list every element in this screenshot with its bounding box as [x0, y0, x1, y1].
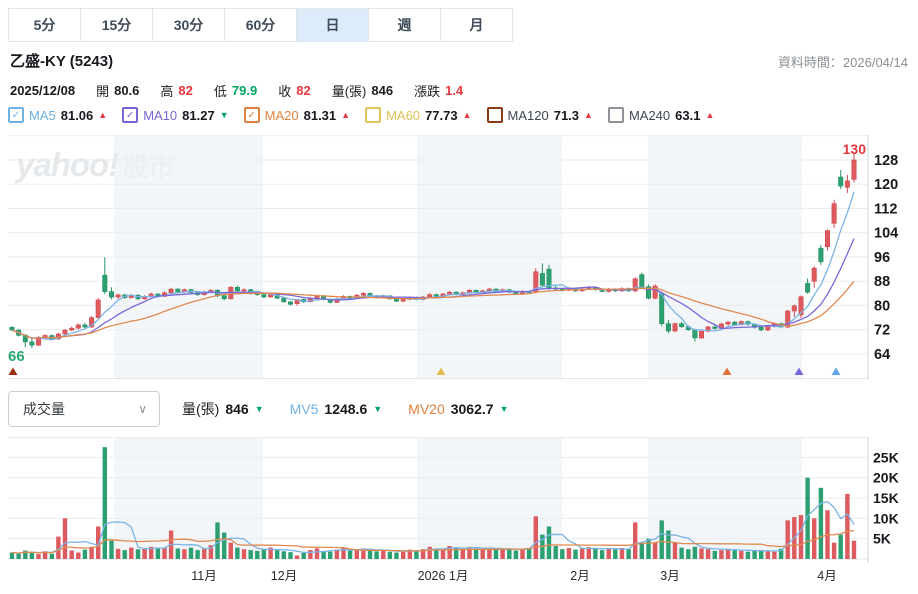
tab-60分[interactable]: 60分 — [225, 9, 297, 41]
indicator-dropdown-label: 成交量 — [23, 399, 65, 419]
month-label: 2026 1月 — [418, 565, 469, 584]
time-axis-labels: 11月 12月 2026 1月 2月 3月 4月 — [0, 565, 918, 585]
vol-stat-MV5: MV5 1248.6▼ — [290, 401, 383, 417]
ma-checkbox-ma20[interactable]: ✓ — [244, 107, 260, 123]
month-label: 12月 — [271, 565, 297, 584]
tab-15分[interactable]: 15分 — [81, 9, 153, 41]
tab-月[interactable]: 月 — [441, 9, 512, 41]
ma-legend-ma20: ✓ MA20 81.31▲ — [244, 107, 350, 123]
quote-field: 高 82 — [160, 81, 192, 100]
svg-text:20K: 20K — [873, 470, 899, 486]
svg-text:128: 128 — [874, 153, 898, 169]
svg-text:64: 64 — [874, 347, 890, 363]
vol-stat-MV20: MV20 3062.7▼ — [408, 401, 508, 417]
quote-field: 開 80.6 — [96, 81, 139, 100]
svg-text:130: 130 — [843, 141, 867, 157]
quote-row: 2025/12/08 開 80.6 高 82 低 79.9 收 82 量(張) … — [10, 81, 463, 100]
month-label: 4月 — [817, 565, 836, 584]
price-candlestick-chart[interactable]: 64 72 80 88 96 104 112 120 128 130 66 — [0, 135, 918, 385]
ma-checkbox-ma120[interactable] — [487, 107, 503, 123]
ma-legend-ma5: ✓ MA5 81.06▲ — [8, 107, 107, 123]
ma-legend-ma10: ✓ MA10 81.27▼ — [122, 107, 228, 123]
svg-text:80: 80 — [874, 298, 890, 314]
ma-legend-row: ✓ MA5 81.06▲ ✓ MA10 81.27▼ ✓ MA20 81.31▲… — [8, 107, 714, 123]
indicator-dropdown[interactable]: 成交量 ∨ — [8, 391, 160, 427]
svg-text:88: 88 — [874, 274, 890, 290]
svg-text:112: 112 — [874, 201, 897, 217]
tab-週[interactable]: 週 — [369, 9, 441, 41]
ma-checkbox-ma60[interactable] — [365, 107, 381, 123]
svg-text:96: 96 — [874, 250, 890, 266]
ma-legend-ma60: MA60 77.73▲ — [365, 107, 471, 123]
quote-field: 收 82 — [278, 81, 310, 100]
tab-30分[interactable]: 30分 — [153, 9, 225, 41]
svg-text:66: 66 — [8, 348, 25, 365]
ma-checkbox-ma240[interactable] — [608, 107, 624, 123]
svg-text:15K: 15K — [873, 490, 899, 506]
tab-5分[interactable]: 5分 — [9, 9, 81, 41]
volume-stats: 量(張) 846▼ MV5 1248.6▼ MV20 3062.7▼ — [182, 399, 508, 419]
svg-text:104: 104 — [874, 226, 898, 242]
ma-legend-ma240: MA240 63.1▲ — [608, 107, 714, 123]
ma-legend-ma120: MA120 71.3▲ — [487, 107, 593, 123]
svg-text:72: 72 — [874, 323, 890, 339]
month-label: 2月 — [570, 565, 589, 584]
ma-checkbox-ma5[interactable]: ✓ — [8, 107, 24, 123]
svg-text:5K: 5K — [873, 531, 891, 547]
volume-bar-chart[interactable]: 5K 10K 15K 20K 25K — [0, 437, 918, 568]
quote-field: 漲跌 1.4 — [414, 81, 463, 100]
quote-fields: 開 80.6 高 82 低 79.9 收 82 量(張) 846 漲跌 1.4 — [96, 81, 463, 100]
quote-date: 2025/12/08 — [10, 83, 75, 98]
volume-header: 成交量 ∨ 量(張) 846▼ MV5 1248.6▼ MV20 3062.7▼ — [8, 391, 508, 427]
interval-tab-bar: 5分15分30分60分日週月 — [8, 8, 513, 42]
vol-stat-量(張): 量(張) 846▼ — [182, 399, 264, 419]
tab-日[interactable]: 日 — [297, 9, 369, 41]
page-title: 乙盛-KY (5243) — [10, 50, 113, 71]
svg-text:10K: 10K — [873, 510, 899, 526]
svg-text:25K: 25K — [873, 449, 899, 465]
quote-field: 量(張) 846 — [332, 81, 393, 100]
month-label: 3月 — [660, 565, 679, 584]
ma-checkbox-ma10[interactable]: ✓ — [122, 107, 138, 123]
stock-chart-page: 5分15分30分60分日週月 乙盛-KY (5243) 資料時間：2026/04… — [0, 0, 918, 594]
svg-text:120: 120 — [874, 177, 898, 193]
data-time-label: 資料時間：2026/04/14 — [778, 52, 908, 71]
month-label: 11月 — [191, 565, 216, 584]
chevron-down-icon: ∨ — [138, 402, 147, 416]
quote-field: 低 79.9 — [214, 81, 257, 100]
